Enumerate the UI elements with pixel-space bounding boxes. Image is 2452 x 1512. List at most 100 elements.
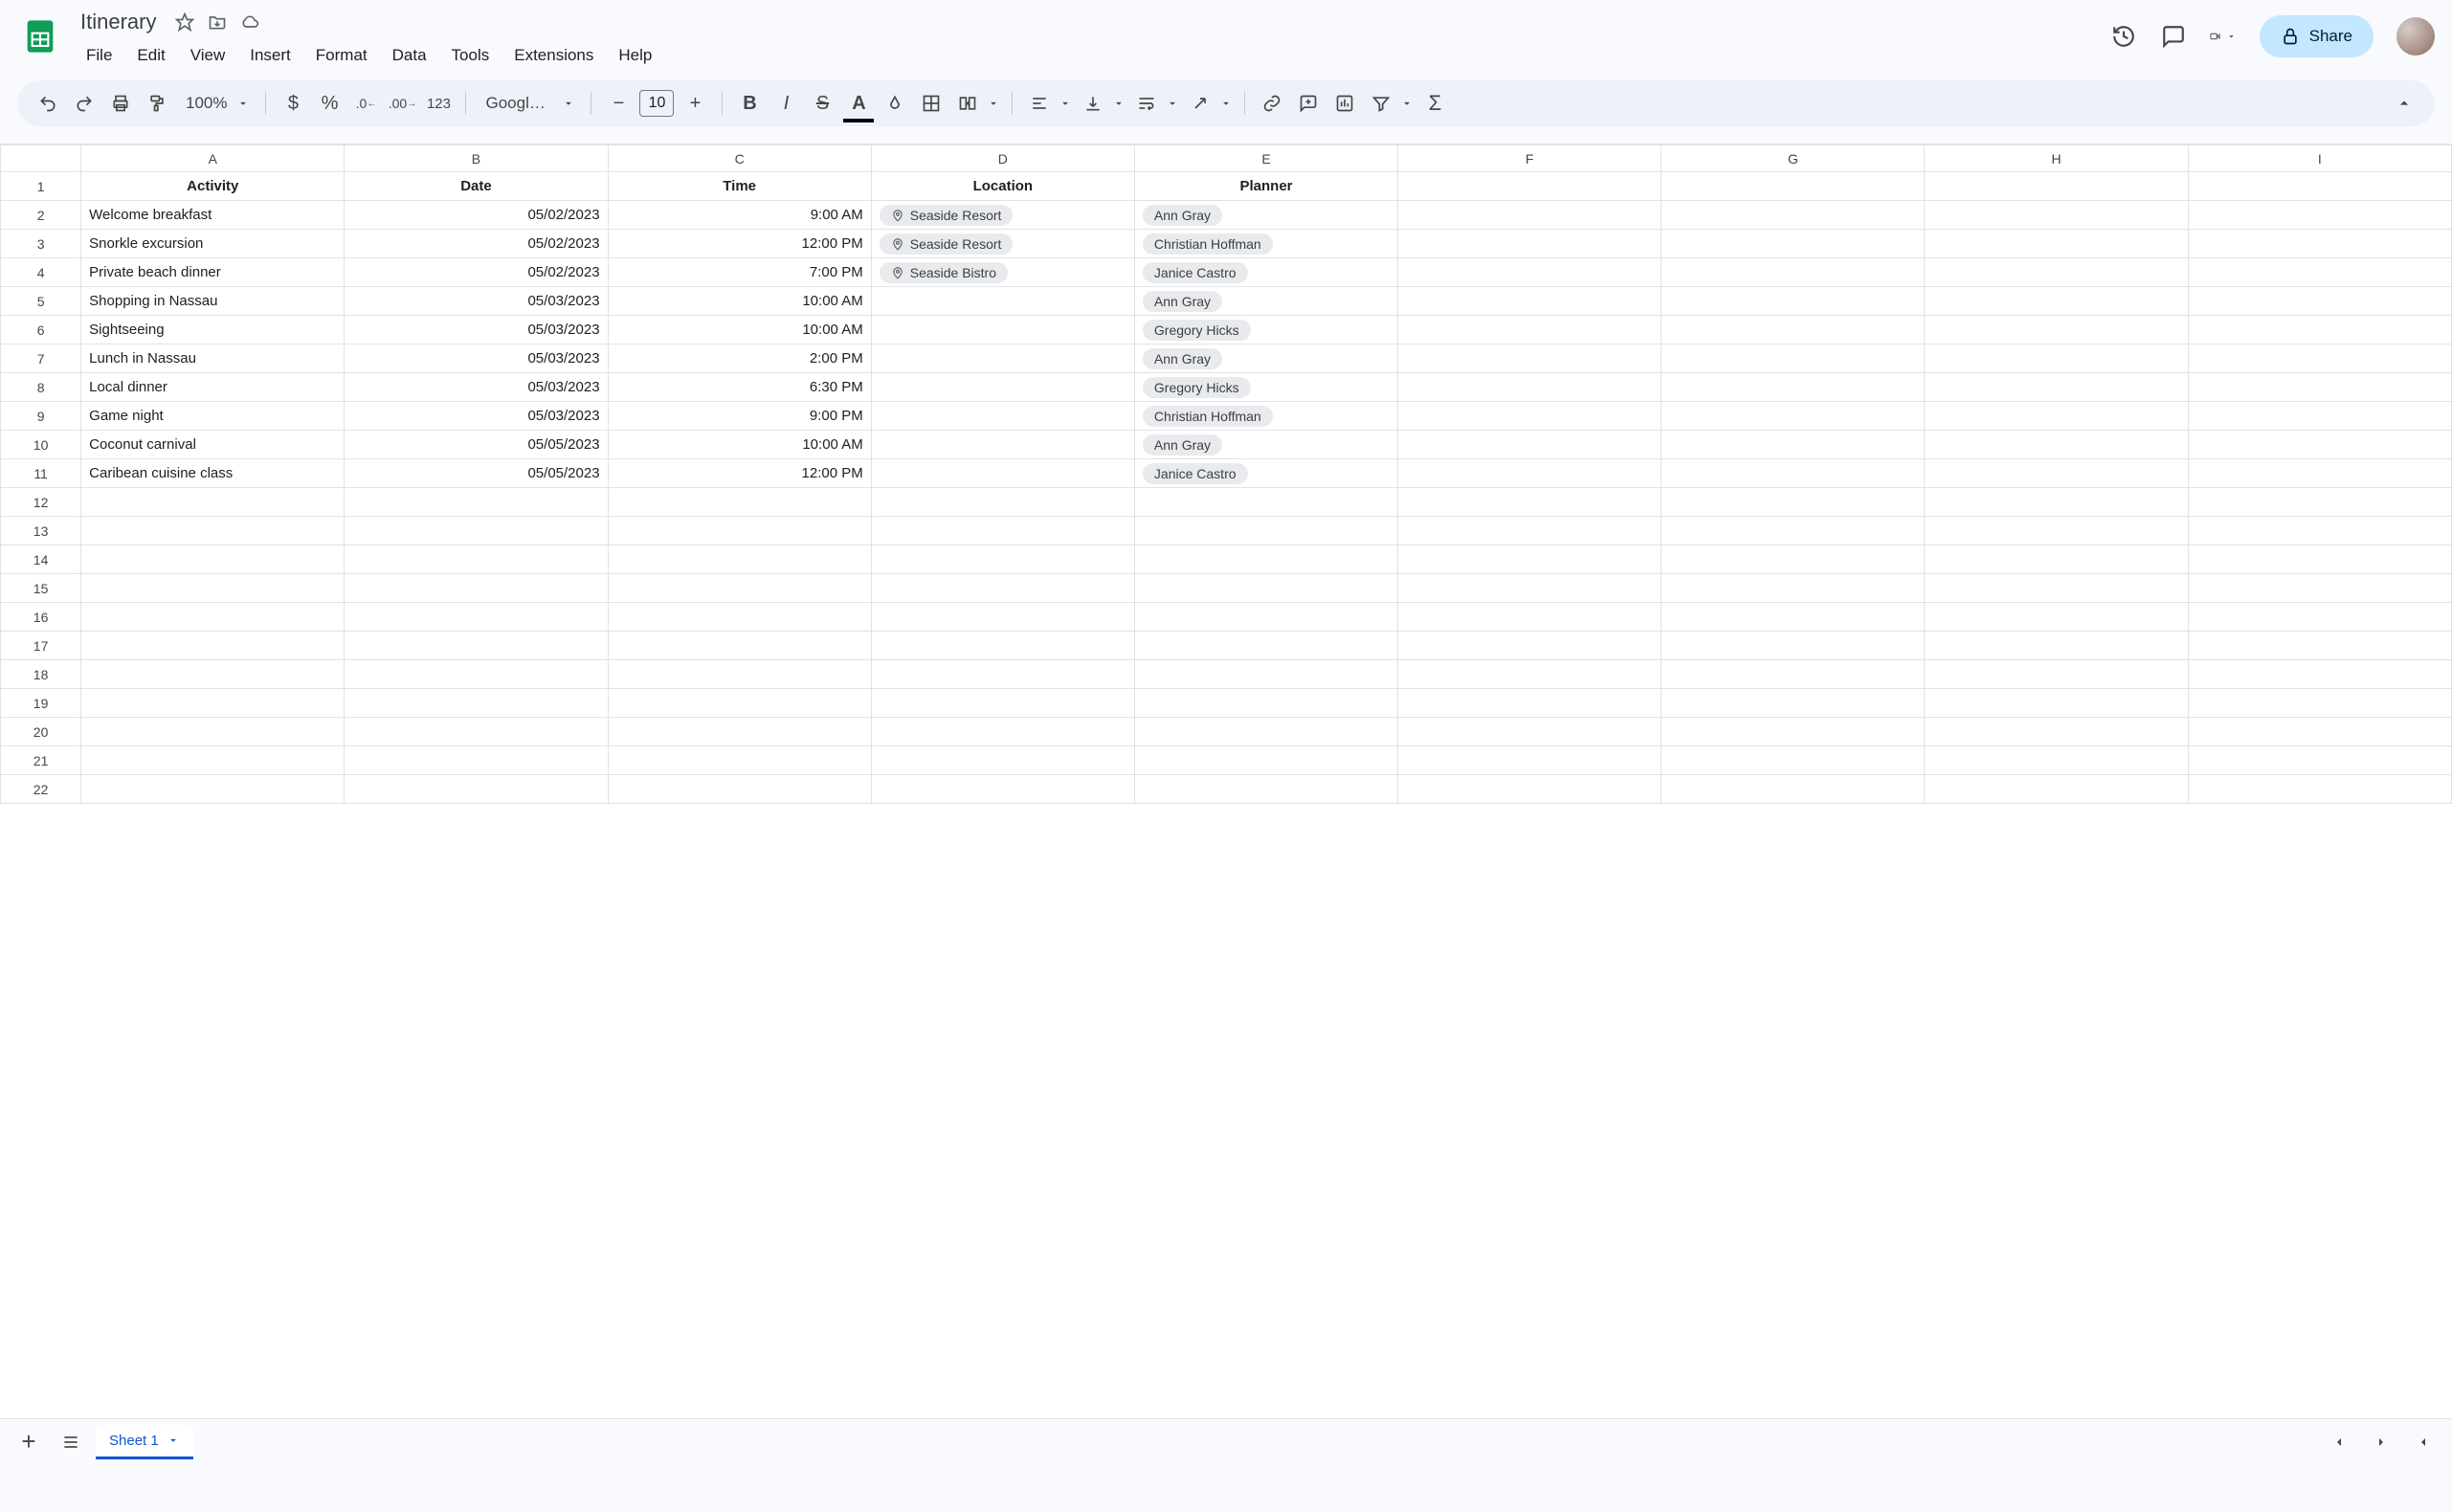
undo-button[interactable] xyxy=(31,86,65,121)
person-chip[interactable]: Gregory Hicks xyxy=(1143,377,1251,398)
merge-cells-button[interactable] xyxy=(950,86,1002,121)
cell[interactable] xyxy=(345,517,608,545)
cell[interactable]: 05/03/2023 xyxy=(345,345,608,373)
cell[interactable] xyxy=(1925,775,2188,804)
more-formats-button[interactable]: 123 xyxy=(421,86,456,121)
table-row[interactable]: 13 xyxy=(1,517,2452,545)
cell[interactable] xyxy=(1661,345,1925,373)
select-all-corner[interactable] xyxy=(1,145,81,172)
table-row[interactable]: 3Snorkle excursion05/02/202312:00 PMSeas… xyxy=(1,230,2452,258)
table-row[interactable]: 20 xyxy=(1,718,2452,746)
location-chip[interactable]: Seaside Bistro xyxy=(880,262,1008,283)
cell[interactable]: 2:00 PM xyxy=(608,345,871,373)
person-chip[interactable]: Ann Gray xyxy=(1143,348,1222,369)
cell[interactable] xyxy=(345,632,608,660)
cell[interactable] xyxy=(1925,517,2188,545)
cell[interactable] xyxy=(871,431,1134,459)
row-header[interactable]: 10 xyxy=(1,431,81,459)
fill-color-button[interactable] xyxy=(878,86,912,121)
column-header-H[interactable]: H xyxy=(1925,145,2188,172)
column-header-F[interactable]: F xyxy=(1398,145,1661,172)
cell[interactable] xyxy=(81,574,345,603)
cell[interactable]: 12:00 PM xyxy=(608,459,871,488)
cell[interactable] xyxy=(2188,746,2451,775)
row-header[interactable]: 16 xyxy=(1,603,81,632)
cell[interactable] xyxy=(1925,574,2188,603)
cell[interactable] xyxy=(1661,718,1925,746)
functions-button[interactable]: Σ xyxy=(1417,86,1452,121)
row-header[interactable]: 5 xyxy=(1,287,81,316)
row-header[interactable]: 14 xyxy=(1,545,81,574)
cell[interactable]: 05/05/2023 xyxy=(345,459,608,488)
cell[interactable] xyxy=(1925,689,2188,718)
cell[interactable] xyxy=(1398,316,1661,345)
cell[interactable]: 6:30 PM xyxy=(608,373,871,402)
cell[interactable] xyxy=(1398,746,1661,775)
cell[interactable]: 10:00 AM xyxy=(608,316,871,345)
cell[interactable] xyxy=(1925,402,2188,431)
cell[interactable] xyxy=(1661,459,1925,488)
table-row[interactable]: 22 xyxy=(1,775,2452,804)
sheet-tab-1[interactable]: Sheet 1 xyxy=(96,1425,193,1459)
cell[interactable] xyxy=(2188,431,2451,459)
scroll-tabs-right-button[interactable] xyxy=(2364,1425,2398,1459)
cell[interactable] xyxy=(2188,316,2451,345)
cell[interactable] xyxy=(1398,402,1661,431)
cell[interactable] xyxy=(871,316,1134,345)
cell[interactable] xyxy=(608,746,871,775)
cell[interactable] xyxy=(1661,373,1925,402)
cell[interactable] xyxy=(1661,517,1925,545)
row-header[interactable]: 17 xyxy=(1,632,81,660)
row-header[interactable]: 6 xyxy=(1,316,81,345)
person-chip[interactable]: Janice Castro xyxy=(1143,262,1248,283)
table-row[interactable]: 11Caribean cuisine class05/05/202312:00 … xyxy=(1,459,2452,488)
cell[interactable]: 05/02/2023 xyxy=(345,258,608,287)
cell[interactable]: Sightseeing xyxy=(81,316,345,345)
cell[interactable] xyxy=(1661,316,1925,345)
cell[interactable] xyxy=(871,718,1134,746)
table-row[interactable]: 16 xyxy=(1,603,2452,632)
cell[interactable] xyxy=(1925,258,2188,287)
cell[interactable] xyxy=(1398,230,1661,258)
table-row[interactable]: 2Welcome breakfast05/02/20239:00 AMSeasi… xyxy=(1,201,2452,230)
cell[interactable] xyxy=(608,775,871,804)
column-header-E[interactable]: E xyxy=(1134,145,1397,172)
table-row[interactable]: 10Coconut carnival05/05/202310:00 AMAnn … xyxy=(1,431,2452,459)
star-icon[interactable] xyxy=(175,12,194,32)
cell[interactable] xyxy=(871,689,1134,718)
row-header[interactable]: 8 xyxy=(1,373,81,402)
cell[interactable] xyxy=(1398,660,1661,689)
cell[interactable]: Time xyxy=(608,172,871,201)
cell[interactable] xyxy=(1661,574,1925,603)
cell[interactable] xyxy=(1925,660,2188,689)
location-chip[interactable]: Seaside Resort xyxy=(880,233,1014,255)
table-row[interactable]: 5Shopping in Nassau05/03/202310:00 AMAnn… xyxy=(1,287,2452,316)
cell[interactable] xyxy=(2188,172,2451,201)
cell[interactable] xyxy=(871,517,1134,545)
decrease-decimal-button[interactable]: .0← xyxy=(348,86,383,121)
cell[interactable]: Local dinner xyxy=(81,373,345,402)
cell[interactable] xyxy=(1134,488,1397,517)
cell[interactable] xyxy=(1398,775,1661,804)
table-row[interactable]: 21 xyxy=(1,746,2452,775)
cell[interactable] xyxy=(1398,603,1661,632)
row-header[interactable]: 2 xyxy=(1,201,81,230)
strikethrough-button[interactable]: S xyxy=(805,86,839,121)
cell[interactable] xyxy=(1398,517,1661,545)
cell[interactable] xyxy=(1398,689,1661,718)
cell[interactable] xyxy=(1398,345,1661,373)
table-row[interactable]: 8Local dinner05/03/20236:30 PMGregory Hi… xyxy=(1,373,2452,402)
table-row[interactable]: 18 xyxy=(1,660,2452,689)
cell[interactable] xyxy=(1661,201,1925,230)
row-header[interactable]: 3 xyxy=(1,230,81,258)
table-row[interactable]: 14 xyxy=(1,545,2452,574)
person-chip[interactable]: Janice Castro xyxy=(1143,463,1248,484)
table-row[interactable]: 6Sightseeing05/03/202310:00 AMGregory Hi… xyxy=(1,316,2452,345)
row-header[interactable]: 18 xyxy=(1,660,81,689)
table-row[interactable]: 1ActivityDateTimeLocationPlanner xyxy=(1,172,2452,201)
insert-chart-button[interactable] xyxy=(1327,86,1362,121)
italic-button[interactable]: I xyxy=(769,86,803,121)
cell[interactable] xyxy=(345,660,608,689)
table-row[interactable]: 17 xyxy=(1,632,2452,660)
collapse-toolbar-button[interactable] xyxy=(2387,86,2421,121)
